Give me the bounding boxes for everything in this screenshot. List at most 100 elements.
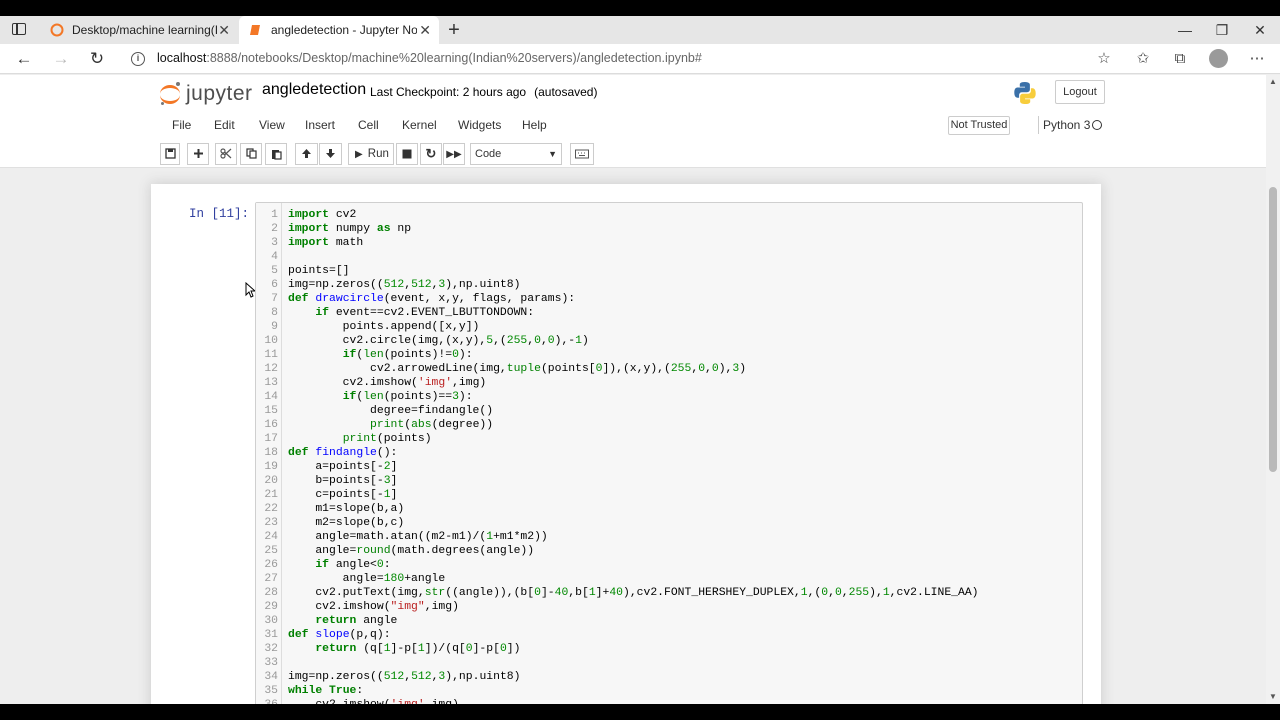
code-cell-input[interactable]: 1 import cv2 2 import numpy as np 3 import ma… [255, 202, 1083, 704]
code-line: 18 def findangle(): [256, 446, 1076, 460]
code-line: 15 degree=findangle() [256, 404, 1076, 418]
code-text: if(len(points)!=0): [342, 349, 473, 361]
restart-button[interactable]: ↻ [420, 143, 442, 165]
code-text: b=points[-3] [288, 475, 398, 487]
tab-close-icon[interactable]: ✕ [218, 22, 230, 38]
code-line: 2 import numpy as np [256, 222, 1076, 236]
menu-help[interactable]: Help [522, 113, 547, 137]
code-line: 4 [256, 250, 1076, 264]
page-scrollbar[interactable]: ▲ ▼ [1266, 75, 1280, 704]
run-button[interactable]: ▶ Run [348, 143, 394, 165]
refresh-icon[interactable]: ↻ [86, 48, 108, 70]
scrollbar-thumb[interactable] [1269, 187, 1277, 472]
site-info-icon[interactable]: i [131, 52, 145, 66]
code-line: 13 cv2.imshow('img',img) [256, 376, 1076, 390]
save-button[interactable] [160, 143, 180, 165]
arrow-up-icon [302, 149, 311, 158]
move-up-button[interactable] [295, 143, 318, 165]
arrow-down-icon [326, 149, 335, 158]
kernel-idle-icon [1092, 120, 1102, 130]
code-text: def drawcircle(event, x,y, flags, params… [288, 293, 576, 305]
tab-file-browser[interactable]: Desktop/machine learning(Indian ✕ [40, 16, 238, 44]
code-line: 5 points=[] [256, 264, 1076, 278]
line-number: 11 [264, 349, 278, 361]
code-text: return angle [315, 615, 398, 627]
code-text: angle=math.atan((m2-m1)/(1+m1*m2)) [288, 531, 548, 543]
code-line: 29 cv2.imshow("img",img) [256, 600, 1076, 614]
menu-insert[interactable]: Insert [305, 113, 335, 137]
tab-title: angledetection - Jupyter Notebo [271, 23, 417, 37]
more-menu-icon[interactable]: ⋯ [1246, 49, 1268, 69]
code-line: 21 c=points[-1] [256, 488, 1076, 502]
back-arrow-icon[interactable]: ← [13, 48, 35, 70]
profile-avatar[interactable] [1209, 49, 1228, 68]
add-favorite-icon[interactable]: ☆ [1093, 49, 1115, 69]
line-number: 35 [264, 685, 278, 697]
line-number: 17 [264, 433, 278, 445]
notebook-name[interactable]: angledetection [262, 81, 366, 99]
minimize-button[interactable]: — [1175, 20, 1195, 40]
line-number: 21 [264, 489, 278, 501]
logout-button[interactable]: Logout [1055, 80, 1105, 104]
close-window-button[interactable]: ✕ [1250, 20, 1270, 40]
code-line: 8 if event==cv2.EVENT_LBUTTONDOWN: [256, 306, 1076, 320]
code-text: cv2.circle(img,(x,y),5,(255,0,0),-1) [288, 335, 589, 347]
code-text: if angle<0: [315, 559, 391, 571]
menu-view[interactable]: View [259, 113, 285, 137]
cell-type-value: Code [475, 148, 502, 160]
code-text: degree=findangle() [288, 405, 494, 417]
line-number: 14 [264, 391, 278, 403]
menu-cell[interactable]: Cell [358, 113, 379, 137]
jupyter-favicon-icon [50, 23, 64, 37]
maximize-button[interactable]: ❐ [1212, 20, 1232, 40]
code-line: 10 cv2.circle(img,(x,y),5,(255,0,0),-1) [256, 334, 1076, 348]
play-icon: ▶ [355, 149, 363, 160]
code-text: cv2.arrowedLine(img,tuple(points[0]),(x,… [288, 363, 747, 375]
jupyter-header: jupyter angledetection Last Checkpoint: … [0, 75, 1266, 168]
code-text: img=np.zeros((512,512,3),np.uint8) [288, 671, 521, 683]
code-line: 30 return angle [256, 614, 1076, 628]
collections-icon[interactable]: ⧉ [1169, 49, 1191, 69]
menu-kernel[interactable]: Kernel [402, 113, 437, 137]
line-number: 7 [271, 293, 278, 305]
stop-icon [402, 149, 412, 159]
tab-close-icon[interactable]: ✕ [419, 22, 431, 38]
jupyter-logo[interactable]: jupyter [160, 79, 253, 109]
trust-indicator[interactable]: Not Trusted [948, 116, 1010, 135]
move-down-button[interactable] [319, 143, 342, 165]
cell-type-select[interactable]: Code ▼ [470, 143, 562, 165]
line-number: 8 [271, 307, 278, 319]
code-line: 22 m1=slope(b,a) [256, 502, 1076, 516]
interrupt-button[interactable] [396, 143, 418, 165]
jupyter-logo-icon [160, 82, 180, 106]
tab-actions-icon[interactable] [10, 22, 30, 38]
code-text: cv2.imshow("img",img) [288, 601, 459, 613]
forward-arrow-icon[interactable]: → [50, 48, 72, 70]
menu-edit[interactable]: Edit [214, 113, 235, 137]
url-field[interactable]: localhost:8888/notebooks/Desktop/machine… [157, 51, 702, 65]
menu-widgets[interactable]: Widgets [458, 113, 501, 137]
paste-button[interactable] [265, 143, 287, 165]
code-line: 17 print(points) [256, 432, 1076, 446]
code-line: 11 if(len(points)!=0): [256, 348, 1076, 362]
code-line: 3 import math [256, 236, 1076, 250]
code-text: img=np.zeros((512,512,3),np.uint8) [288, 279, 521, 291]
scroll-up-icon[interactable]: ▲ [1266, 75, 1280, 89]
code-text: import math [288, 237, 364, 249]
kernel-separator [1038, 116, 1039, 134]
python-logo-icon [1014, 82, 1036, 104]
favorites-icon[interactable]: ✩ [1132, 49, 1154, 69]
menu-file[interactable]: File [172, 113, 191, 137]
line-number: 33 [264, 657, 278, 669]
copy-button[interactable] [240, 143, 262, 165]
insert-cell-button[interactable] [187, 143, 209, 165]
command-palette-button[interactable] [570, 143, 594, 165]
tab-notebook[interactable]: angledetection - Jupyter Notebo ✕ [239, 16, 439, 44]
code-line: 16 print(abs(degree)) [256, 418, 1076, 432]
scroll-down-icon[interactable]: ▼ [1266, 690, 1280, 704]
cut-button[interactable] [215, 143, 237, 165]
new-tab-button[interactable]: + [445, 20, 463, 40]
screen-bottom-border [0, 704, 1280, 720]
restart-run-all-button[interactable]: ▶▶ [443, 143, 465, 165]
tab-title: Desktop/machine learning(Indian [72, 23, 218, 37]
